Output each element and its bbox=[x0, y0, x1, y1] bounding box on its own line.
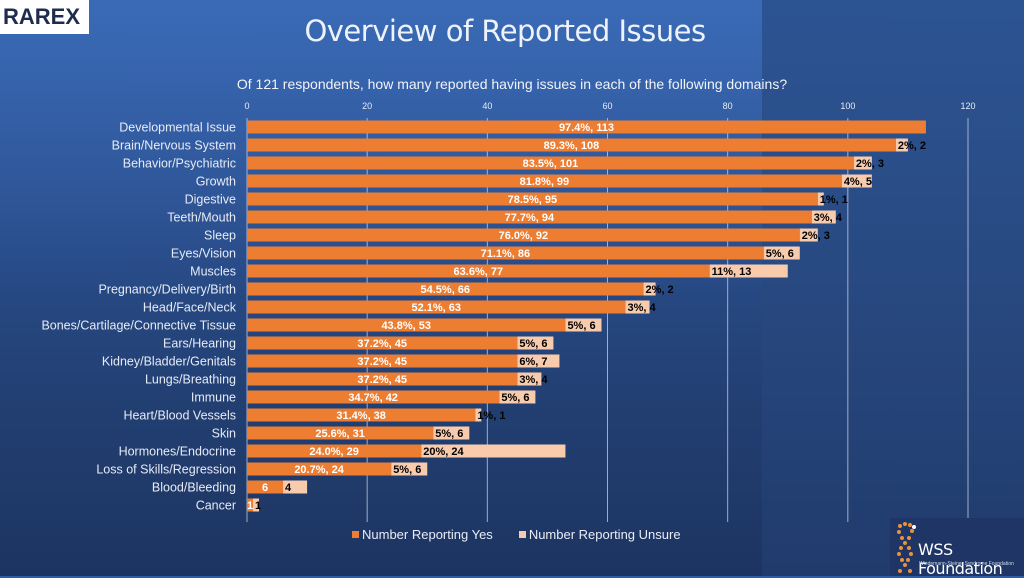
data-label-yes: 81.8%, 99 bbox=[520, 176, 570, 188]
category-label: Pregnancy/Delivery/Birth bbox=[98, 283, 236, 297]
data-label-yes: 43.8%, 53 bbox=[381, 320, 431, 332]
data-label-unsure: 5%, 6 bbox=[567, 320, 595, 332]
data-label-yes: 97.4%, 113 bbox=[559, 122, 614, 134]
x-tick-label: 120 bbox=[960, 101, 975, 111]
data-label-yes: 77.7%, 94 bbox=[505, 212, 555, 224]
data-label-yes: 37.2%, 45 bbox=[357, 356, 407, 368]
data-label-unsure: 1%, 1 bbox=[477, 410, 505, 422]
stacked-bar-chart: 0 20 40 60 80 100 120 Developmental Issue Brain… bbox=[41, 101, 976, 522]
data-label-yes: 89.3%, 108 bbox=[544, 140, 600, 152]
category-label: Skin bbox=[212, 427, 236, 441]
wss-foundation-logo: WSS Foundation Wiedemann-Steiner Syndrom… bbox=[890, 518, 1024, 578]
category-label: Cancer bbox=[196, 499, 236, 513]
category-label: Lungs/Breathing bbox=[145, 373, 236, 387]
category-label: Ears/Hearing bbox=[163, 337, 236, 351]
data-label-unsure: 1 bbox=[255, 500, 261, 512]
x-tick-label: 100 bbox=[840, 101, 855, 111]
legend: Number Reporting Yes Number Reporting Un… bbox=[352, 527, 681, 542]
data-label-unsure: 2%, 3 bbox=[856, 158, 884, 170]
legend-swatch-yes bbox=[352, 531, 359, 538]
dna-helix-icon bbox=[897, 522, 916, 573]
x-tick-label: 0 bbox=[244, 101, 249, 111]
data-label-unsure: 6%, 7 bbox=[519, 356, 547, 368]
x-tick-label: 20 bbox=[362, 101, 372, 111]
category-label: Growth bbox=[196, 175, 236, 189]
data-label-unsure: 5%, 6 bbox=[435, 428, 463, 440]
category-label: Teeth/Mouth bbox=[167, 211, 236, 225]
legend-item-yes: Number Reporting Yes bbox=[352, 527, 493, 542]
category-label: Bones/Cartilage/Connective Tissue bbox=[41, 319, 236, 333]
data-label-unsure: 4 bbox=[285, 482, 292, 494]
data-label-unsure: 5%, 6 bbox=[501, 392, 529, 404]
data-label-unsure: 4%, 5 bbox=[844, 176, 872, 188]
data-label-unsure: 5%, 6 bbox=[519, 338, 547, 350]
data-label-yes: 37.2%, 45 bbox=[357, 374, 407, 386]
data-label-unsure: 20%, 24 bbox=[423, 446, 464, 458]
data-label-yes: 71.1%, 86 bbox=[481, 248, 531, 260]
x-axis-ticks: 0 20 40 60 80 100 120 bbox=[244, 101, 975, 111]
data-label-yes: 76.0%, 92 bbox=[499, 230, 549, 242]
category-label: Brain/Nervous System bbox=[112, 139, 236, 153]
data-label-yes: 54.5%, 66 bbox=[421, 284, 471, 296]
x-tick-label: 80 bbox=[723, 101, 733, 111]
data-label-unsure: 2%, 3 bbox=[802, 230, 830, 242]
category-label: Sleep bbox=[204, 229, 236, 243]
data-label-unsure: 2%, 2 bbox=[646, 284, 674, 296]
data-label-yes: 20.7%, 24 bbox=[294, 464, 344, 476]
data-label-yes: 25.6%, 31 bbox=[315, 428, 365, 440]
category-label: Developmental Issue bbox=[119, 121, 236, 135]
category-label: Blood/Bleeding bbox=[152, 481, 236, 495]
legend-label-unsure: Number Reporting Unsure bbox=[528, 527, 681, 542]
data-label-unsure: 5%, 6 bbox=[766, 248, 794, 260]
category-label: Behavior/Psychiatric bbox=[123, 157, 236, 171]
category-label: Heart/Blood Vessels bbox=[123, 409, 236, 423]
category-label: Loss of Skills/Regression bbox=[96, 463, 236, 477]
category-label: Eyes/Vision bbox=[171, 247, 236, 261]
data-label-yes: 63.6%, 77 bbox=[454, 266, 504, 278]
wss-logo-subtitle: Wiedemann-Steiner Syndrome Foundation bbox=[919, 561, 1014, 567]
legend-label-yes: Number Reporting Yes bbox=[362, 527, 493, 542]
category-label: Muscles bbox=[190, 265, 236, 279]
category-label: Digestive bbox=[185, 193, 236, 207]
data-label-yes: 6 bbox=[262, 482, 268, 494]
data-label-yes: 78.5%, 95 bbox=[508, 194, 558, 206]
data-label-yes: 24.0%, 29 bbox=[309, 446, 359, 458]
wss-logo-name: WSS Foundation bbox=[918, 540, 1003, 578]
data-label-unsure: 3%, 4 bbox=[628, 302, 657, 314]
category-label: Head/Face/Neck bbox=[143, 301, 237, 315]
data-label-yes: 1 bbox=[247, 500, 253, 512]
data-label-yes: 83.5%, 101 bbox=[523, 158, 579, 170]
data-label-unsure: 2%, 2 bbox=[898, 140, 926, 152]
data-label-yes: 34.7%, 42 bbox=[348, 392, 398, 404]
data-label-yes: 31.4%, 38 bbox=[336, 410, 386, 422]
data-label-unsure: 11%, 13 bbox=[712, 266, 752, 278]
data-label-yes: 52.1%, 63 bbox=[411, 302, 461, 314]
legend-item-unsure: Number Reporting Unsure bbox=[518, 527, 681, 542]
data-label-unsure: 3%, 4 bbox=[519, 374, 548, 386]
data-label-yes: 37.2%, 45 bbox=[357, 338, 407, 350]
x-tick-label: 60 bbox=[602, 101, 612, 111]
data-label-unsure: 5%, 6 bbox=[393, 464, 421, 476]
data-label-unsure: 1%, 1 bbox=[820, 194, 848, 206]
category-label: Immune bbox=[191, 391, 236, 405]
category-label: Kidney/Bladder/Genitals bbox=[102, 355, 236, 369]
data-label-unsure: 3%, 4 bbox=[814, 212, 843, 224]
legend-swatch-unsure bbox=[518, 531, 526, 538]
x-tick-label: 40 bbox=[482, 101, 492, 111]
category-labels: Developmental Issue Brain/Nervous System B… bbox=[41, 121, 236, 513]
category-label: Hormones/Endocrine bbox=[119, 445, 236, 459]
